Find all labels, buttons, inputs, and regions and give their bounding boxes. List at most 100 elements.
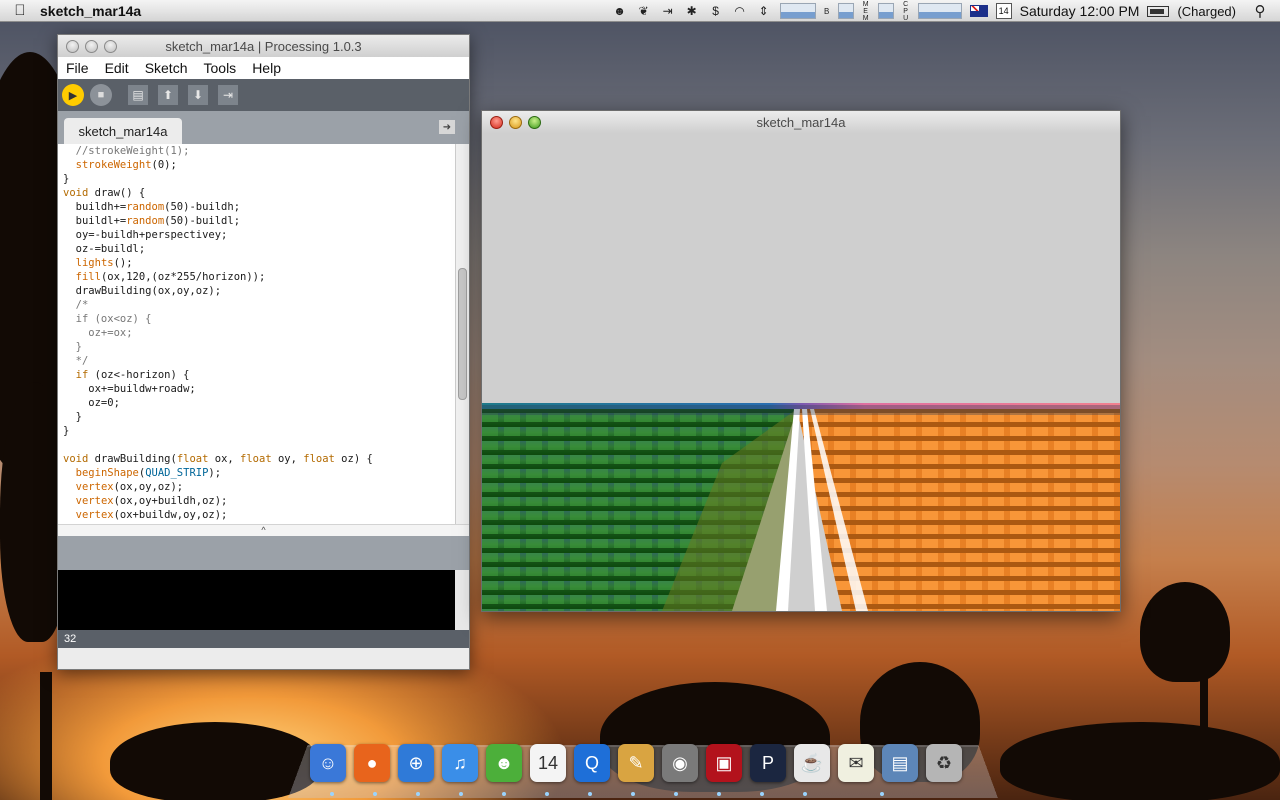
monkey-icon[interactable]: ☻ <box>612 4 628 18</box>
dock-trash-icon[interactable]: ♻ <box>926 744 962 782</box>
apple-menu-icon[interactable]:  <box>0 2 40 19</box>
editor-scroll-thumb[interactable] <box>458 268 467 400</box>
sketch-titlebar[interactable]: sketch_mar14a <box>482 111 1120 133</box>
tab-sketch-mar14a[interactable]: sketch_mar14a <box>64 118 182 144</box>
dock-preview-icon[interactable]: ✎ <box>618 744 654 782</box>
code-line[interactable]: oy=-buildh+perspectivey; <box>63 228 469 242</box>
code-line[interactable]: void drawBuilding(float ox, float oy, fl… <box>63 452 469 466</box>
dock-running-indicator <box>459 792 463 796</box>
code-line[interactable]: if (oz<-horizon) { <box>63 368 469 382</box>
code-line[interactable]: buildh+=random(50)-buildh; <box>63 200 469 214</box>
code-line[interactable]: oz=0; <box>63 396 469 410</box>
dock-iphoto-icon[interactable]: ◉ <box>662 744 698 782</box>
code-line[interactable]: } <box>63 340 469 354</box>
ide-window-title: sketch_mar14a | Processing 1.0.3 <box>165 38 362 54</box>
open-button[interactable]: ⬆ <box>158 85 178 105</box>
code-line[interactable]: drawBuilding(ox,oy,oz); <box>63 284 469 298</box>
sketch-minimize-button[interactable] <box>509 115 522 129</box>
volume-stepper-icon[interactable]: ⇕ <box>756 4 772 18</box>
close-button[interactable] <box>66 39 79 53</box>
sketch-canvas[interactable] <box>482 133 1120 611</box>
minimize-button[interactable] <box>85 39 98 53</box>
menu-edit[interactable]: Edit <box>97 60 137 76</box>
city-render <box>482 133 1120 611</box>
code-editor[interactable]: //strokeWeight(1); strokeWeight(0);} void… <box>58 144 469 536</box>
dock-system-app-icon[interactable]: ▤ <box>882 744 918 782</box>
dock-quicktime-icon[interactable]: Q <box>574 744 610 782</box>
code-line[interactable]: oz-=buildl; <box>63 242 469 256</box>
graph-label-cpu: C P U <box>902 1 910 22</box>
dock-coffee-app-icon[interactable]: ☕ <box>794 744 830 782</box>
cpu-graph[interactable] <box>877 3 894 19</box>
code-line[interactable]: vertex(ox,oy,oz); <box>63 480 469 494</box>
graph-label-e: E <box>863 7 868 15</box>
bandwidth-graph[interactable] <box>779 3 816 19</box>
code-line[interactable]: ox+=buildw+roadw; <box>63 382 469 396</box>
sync-icon[interactable]: ⇥ <box>660 4 676 18</box>
menu-sketch[interactable]: Sketch <box>137 60 196 76</box>
menu-file[interactable]: File <box>58 60 97 76</box>
run-button[interactable]: ▶ <box>62 84 84 106</box>
code-line[interactable]: */ <box>63 354 469 368</box>
code-line[interactable]: fill(ox,120,(oz*255/horizon)); <box>63 270 469 284</box>
tab-menu-arrow-icon[interactable]: ➜ <box>439 120 455 134</box>
australia-flag-icon[interactable] <box>969 5 988 17</box>
code-line[interactable]: } <box>63 172 469 186</box>
export-button[interactable]: ⇥ <box>218 85 238 105</box>
sketch-window-title: sketch_mar14a <box>756 114 846 130</box>
active-app-name[interactable]: sketch_mar14a <box>40 3 141 19</box>
code-line[interactable]: vertex(ox,oy+buildh,oz); <box>63 494 469 508</box>
code-line[interactable]: strokeWeight(0); <box>63 158 469 172</box>
dock-ical-icon[interactable]: 14 <box>530 744 566 782</box>
code-line[interactable]: //strokeWeight(1); <box>63 144 469 158</box>
bluetooth-icon[interactable]: ✱ <box>684 4 700 18</box>
menu-tools[interactable]: Tools <box>196 60 245 76</box>
battery-icon[interactable] <box>1147 5 1170 17</box>
growl-icon[interactable]: ❦ <box>636 4 652 18</box>
dock-textedit-icon[interactable]: ✉ <box>838 744 874 782</box>
new-button[interactable]: ▤ <box>128 85 148 105</box>
calendar-icon[interactable]: 14 <box>995 3 1012 19</box>
editor-horizontal-scrollbar[interactable]: ^ <box>58 524 469 536</box>
code-line[interactable]: buildl+=random(50)-buildl; <box>63 214 469 228</box>
code-line[interactable]: oz+=ox; <box>63 326 469 340</box>
code-line[interactable]: if (ox<oz) { <box>63 312 469 326</box>
dock-firefox-icon[interactable]: ● <box>354 744 390 782</box>
activity-graph[interactable] <box>917 3 962 19</box>
menubar-clock[interactable]: Saturday 12:00 PM <box>1020 3 1140 19</box>
console-area[interactable] <box>58 570 469 630</box>
code-line[interactable]: lights(); <box>63 256 469 270</box>
ide-toolbar: ▶ ■ ▤ ⬆ ⬇ ⇥ <box>58 79 469 111</box>
drive-icon[interactable]: $ <box>708 4 724 18</box>
spotlight-search-icon[interactable]: ⚲ <box>1252 3 1268 20</box>
code-line[interactable]: vertex(ox+buildw,oy,oz); <box>63 508 469 522</box>
code-line[interactable]: void draw() { <box>63 186 469 200</box>
code-line[interactable]: } <box>63 424 469 438</box>
code-line[interactable]: } <box>63 410 469 424</box>
menu-help[interactable]: Help <box>244 60 289 76</box>
dock-adium-icon[interactable]: ☻ <box>486 744 522 782</box>
graph-label-m2: M <box>862 14 869 22</box>
code-text[interactable]: //strokeWeight(1); strokeWeight(0);} void… <box>58 144 469 536</box>
graph-label-u: U <box>903 14 909 22</box>
dock-finder-icon[interactable]: ☺ <box>310 744 346 782</box>
sketch-zoom-button[interactable] <box>528 115 541 129</box>
sketch-close-button[interactable] <box>490 115 503 129</box>
dock-processing-icon[interactable]: P <box>750 744 786 782</box>
editor-vertical-scrollbar[interactable] <box>455 144 469 536</box>
memory-graph[interactable] <box>837 3 854 19</box>
code-line[interactable]: beginShape(QUAD_STRIP); <box>63 466 469 480</box>
save-button[interactable]: ⬇ <box>188 85 208 105</box>
wifi-icon[interactable]: ◠ <box>732 4 748 18</box>
dock-photo-booth-icon[interactable]: ▣ <box>706 744 742 782</box>
ide-titlebar[interactable]: sketch_mar14a | Processing 1.0.3 <box>58 35 469 57</box>
dock-safari-icon[interactable]: ⊕ <box>398 744 434 782</box>
stop-button[interactable]: ■ <box>90 84 112 106</box>
console-scrollbar[interactable] <box>455 570 469 630</box>
code-line[interactable] <box>63 438 469 452</box>
code-line[interactable]: /* <box>63 298 469 312</box>
battery-status[interactable]: (Charged) <box>1177 4 1236 19</box>
dock-itunes-icon[interactable]: ♫ <box>442 744 478 782</box>
graph-label-b: B <box>823 6 830 16</box>
zoom-button[interactable] <box>104 39 117 53</box>
